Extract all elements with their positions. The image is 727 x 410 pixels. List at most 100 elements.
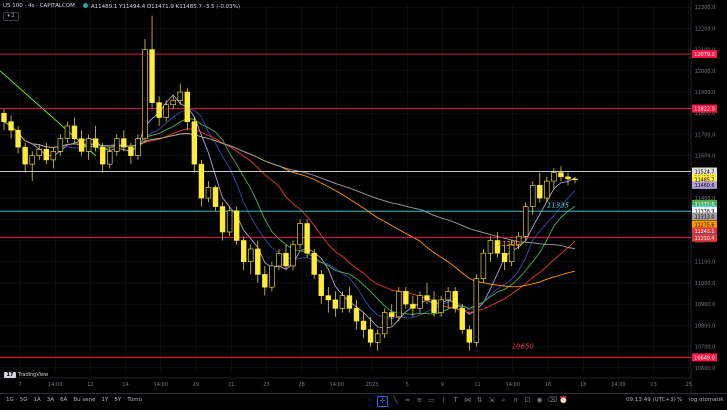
indicator-price-tag-label: 11210.4: [695, 236, 715, 242]
candle-body: [262, 274, 268, 288]
tf-6a[interactable]: 6A: [57, 397, 70, 403]
x-tick-label: 25: [686, 382, 692, 388]
candle-body: [212, 187, 219, 207]
indicator-collapse-button[interactable]: ▾ 2: [3, 12, 19, 21]
drawing-tools: ⁘ ✛ ╲ ═ ≡ ▭ ⌇ T ⋈ ⇅ ⇲ ⌕ ∩ ⊡ ◉ ⌫ ⏰: [365, 396, 568, 407]
candle-body: [445, 291, 451, 301]
candle-body: [290, 244, 296, 267]
candle-body: [565, 176, 571, 180]
candle-body: [255, 248, 261, 275]
candle-body: [107, 151, 113, 165]
tf-tumu[interactable]: Tümü: [124, 397, 145, 403]
level-price-tag-label: 11822.0: [694, 107, 715, 113]
tv-logo-icon: 17: [4, 372, 16, 378]
cursor-tool-icon[interactable]: ⁘: [365, 396, 374, 405]
auto-toggle[interactable]: otomatik: [699, 397, 723, 403]
trash-tool-icon[interactable]: ⌫: [547, 396, 557, 405]
y-tick-label: 12200.0: [695, 26, 716, 32]
candle-body: [318, 274, 324, 296]
candle-body: [283, 252, 289, 267]
symbol-title[interactable]: US 100 · 4s · CAPITALCOM: [3, 3, 75, 9]
y-tick-label: 11600.0: [695, 154, 716, 160]
alert-tool-icon[interactable]: ⏰: [559, 396, 568, 405]
zoom-tool-icon[interactable]: ⌕: [499, 396, 508, 405]
chart-annotation: 11200: [498, 240, 521, 248]
level-price-tag-label: 12079.0: [694, 52, 715, 58]
candle-body: [156, 102, 162, 118]
y-tick-label: 10700.0: [695, 345, 716, 351]
x-tick-label: 14: [122, 382, 128, 388]
trendline-tool-icon[interactable]: ╲: [391, 396, 400, 405]
candle-body: [346, 295, 353, 309]
candle-body: [36, 148, 42, 156]
tf-bu-sene[interactable]: Bu sene: [70, 397, 98, 403]
candle-body: [198, 163, 205, 199]
tf-5g[interactable]: 5G: [17, 397, 31, 403]
candle-body: [22, 146, 28, 165]
candle-body: [121, 138, 127, 148]
candle-body: [353, 308, 360, 322]
candle-body: [325, 295, 331, 301]
candle-body: [473, 278, 480, 343]
candle-body: [396, 291, 402, 318]
tf-1g[interactable]: 1G: [3, 397, 17, 403]
fib-tool-icon[interactable]: ≡: [415, 396, 424, 405]
lock-tool-icon[interactable]: ⊡: [523, 396, 532, 405]
eye-tool-icon[interactable]: ◉: [535, 396, 544, 405]
candle-body: [417, 295, 423, 309]
candle-body: [522, 206, 529, 237]
candle-body: [367, 329, 374, 343]
y-tick-label: 10800.0: [695, 323, 716, 329]
chart-annotation: 11335: [547, 202, 570, 210]
tf-5y[interactable]: 5Y: [111, 397, 124, 403]
x-tick-label: 11: [474, 382, 480, 388]
crosshair-tool-icon[interactable]: ✛: [377, 396, 388, 407]
chart-header: US 100 · 4s · CAPITALCOM A11489.1 Y11494…: [3, 1, 240, 11]
tf-1y[interactable]: 1Y: [98, 397, 111, 403]
candle-body: [85, 138, 92, 152]
level-price-tag-label: 10649.0: [694, 355, 715, 361]
candle-body: [424, 295, 430, 301]
candle-body: [15, 129, 21, 148]
candle-body: [459, 308, 465, 330]
candle-body: [537, 185, 543, 199]
tradingview-logo: 17 TradingView: [4, 372, 48, 378]
candle-body: [297, 223, 303, 246]
x-tick-label: 9: [441, 382, 444, 388]
candle-body: [332, 299, 339, 309]
tf-3a[interactable]: 3A: [44, 397, 57, 403]
forecast-tool-icon[interactable]: ⇅: [475, 396, 484, 405]
x-tick-label: 23: [650, 382, 656, 388]
candle-body: [57, 138, 64, 152]
magnet-tool-icon[interactable]: ∩: [511, 396, 520, 405]
candle-body: [1, 112, 7, 123]
brush-tool-icon[interactable]: ⌇: [439, 396, 448, 405]
candle-body: [403, 291, 409, 305]
pattern-tool-icon[interactable]: ⋈: [463, 396, 472, 405]
x-tick-label: 12: [87, 382, 93, 388]
candle-body: [558, 172, 564, 178]
measure-tool-icon[interactable]: ⇲: [487, 396, 496, 405]
x-tick-label: 5: [406, 382, 409, 388]
candle-body: [544, 180, 550, 199]
log-toggle[interactable]: log: [689, 397, 697, 403]
candle-body: [114, 138, 120, 152]
candle-body: [64, 125, 71, 139]
tf-1a[interactable]: 1A: [31, 397, 44, 403]
text-tool-icon[interactable]: T: [451, 396, 460, 405]
y-tick-label: 10600.0: [695, 366, 716, 372]
candle-body: [43, 148, 50, 161]
candle-body: [389, 312, 395, 318]
candle-body: [184, 91, 190, 123]
percent-toggle[interactable]: %: [677, 397, 682, 403]
x-tick-label: 14:00: [48, 382, 62, 388]
x-tick-label: 18: [580, 382, 586, 388]
candle-body: [269, 265, 275, 288]
hline-tool-icon[interactable]: ═: [403, 396, 412, 405]
price-chart[interactable]: 11335112001065012300.012200.012100.01200…: [0, 0, 727, 393]
candle-body: [431, 299, 437, 313]
x-tick-label: 14:00: [154, 382, 168, 388]
rect-tool-icon[interactable]: ▭: [427, 396, 436, 405]
clock-readout[interactable]: 09:13:49 (UTC+3): [626, 397, 676, 403]
candle-body: [128, 146, 134, 156]
